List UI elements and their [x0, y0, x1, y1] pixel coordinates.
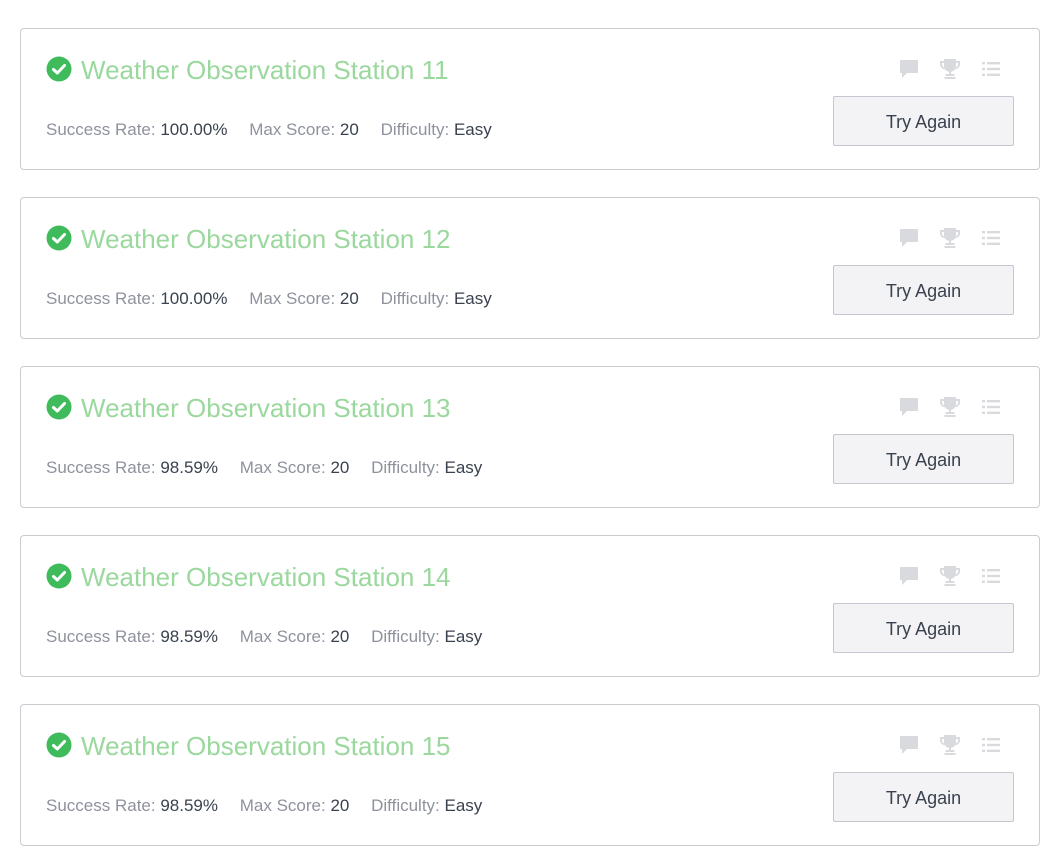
- success-rate-label: Success Rate:: [46, 627, 156, 646]
- challenge-actions: [880, 226, 1003, 250]
- discussion-icon[interactable]: [897, 395, 921, 419]
- success-rate-value: 98.59%: [160, 458, 219, 477]
- challenge-card: Weather Observation Station 13 Success R…: [20, 366, 1040, 508]
- discussion-icon[interactable]: [897, 57, 921, 81]
- success-rate-label: Success Rate:: [46, 796, 156, 815]
- max-score-label: Max Score:: [249, 120, 336, 139]
- trophy-icon[interactable]: [938, 564, 962, 588]
- max-score-value: 20: [339, 289, 359, 308]
- challenge-meta: Success Rate: 98.59% Max Score: 20 Diffi…: [46, 626, 499, 648]
- difficulty-value: Easy: [444, 627, 483, 646]
- max-score-label: Max Score:: [239, 627, 326, 646]
- challenge-title[interactable]: Weather Observation Station 12: [81, 222, 451, 256]
- challenge-title[interactable]: Weather Observation Station 14: [81, 560, 451, 594]
- list-icon[interactable]: [979, 395, 1003, 419]
- challenge-meta: Success Rate: 98.59% Max Score: 20 Diffi…: [46, 795, 499, 817]
- difficulty-label: Difficulty:: [371, 458, 440, 477]
- check-circle-icon: [46, 563, 72, 589]
- difficulty-value: Easy: [453, 120, 492, 139]
- trophy-icon[interactable]: [938, 733, 962, 757]
- max-score-value: 20: [330, 796, 350, 815]
- check-circle-icon: [46, 732, 72, 758]
- difficulty-value: Easy: [444, 796, 483, 815]
- challenge-title[interactable]: Weather Observation Station 13: [81, 391, 451, 425]
- check-circle-icon: [46, 56, 72, 82]
- challenge-meta: Success Rate: 100.00% Max Score: 20 Diff…: [46, 119, 509, 141]
- max-score-label: Max Score:: [239, 458, 326, 477]
- challenge-actions: [880, 57, 1003, 81]
- success-rate-label: Success Rate:: [46, 120, 156, 139]
- list-icon[interactable]: [979, 564, 1003, 588]
- difficulty-label: Difficulty:: [371, 627, 440, 646]
- discussion-icon[interactable]: [897, 564, 921, 588]
- list-icon[interactable]: [979, 57, 1003, 81]
- max-score-label: Max Score:: [239, 796, 326, 815]
- max-score-value: 20: [330, 627, 350, 646]
- check-circle-icon: [46, 394, 72, 420]
- challenge-list: Weather Observation Station 11 Success R…: [0, 0, 1061, 868]
- challenge-meta: Success Rate: 100.00% Max Score: 20 Diff…: [46, 288, 509, 310]
- success-rate-label: Success Rate:: [46, 458, 156, 477]
- success-rate-value: 98.59%: [160, 796, 219, 815]
- try-again-button[interactable]: Try Again: [833, 603, 1014, 653]
- challenge-actions: [880, 395, 1003, 419]
- challenge-title[interactable]: Weather Observation Station 11: [81, 53, 449, 87]
- discussion-icon[interactable]: [897, 226, 921, 250]
- challenge-actions: [880, 564, 1003, 588]
- trophy-icon[interactable]: [938, 395, 962, 419]
- difficulty-value: Easy: [444, 458, 483, 477]
- challenge-actions: [880, 733, 1003, 757]
- challenge-card: Weather Observation Station 15 Success R…: [20, 704, 1040, 846]
- try-again-button[interactable]: Try Again: [833, 265, 1014, 315]
- trophy-icon[interactable]: [938, 57, 962, 81]
- challenge-card: Weather Observation Station 12 Success R…: [20, 197, 1040, 339]
- max-score-value: 20: [330, 458, 350, 477]
- success-rate-value: 100.00%: [160, 120, 228, 139]
- difficulty-value: Easy: [453, 289, 492, 308]
- success-rate-value: 100.00%: [160, 289, 228, 308]
- challenge-card: Weather Observation Station 14 Success R…: [20, 535, 1040, 677]
- difficulty-label: Difficulty:: [380, 289, 450, 308]
- difficulty-label: Difficulty:: [371, 796, 440, 815]
- max-score-label: Max Score:: [249, 289, 336, 308]
- challenge-meta: Success Rate: 98.59% Max Score: 20 Diffi…: [46, 457, 499, 479]
- challenge-card: Weather Observation Station 11 Success R…: [20, 28, 1040, 170]
- max-score-value: 20: [339, 120, 359, 139]
- list-icon[interactable]: [979, 226, 1003, 250]
- difficulty-label: Difficulty:: [380, 120, 450, 139]
- try-again-button[interactable]: Try Again: [833, 434, 1014, 484]
- list-icon[interactable]: [979, 733, 1003, 757]
- challenge-title[interactable]: Weather Observation Station 15: [81, 729, 451, 763]
- success-rate-label: Success Rate:: [46, 289, 156, 308]
- trophy-icon[interactable]: [938, 226, 962, 250]
- try-again-button[interactable]: Try Again: [833, 772, 1014, 822]
- try-again-button[interactable]: Try Again: [833, 96, 1014, 146]
- discussion-icon[interactable]: [897, 733, 921, 757]
- check-circle-icon: [46, 225, 72, 251]
- success-rate-value: 98.59%: [160, 627, 219, 646]
